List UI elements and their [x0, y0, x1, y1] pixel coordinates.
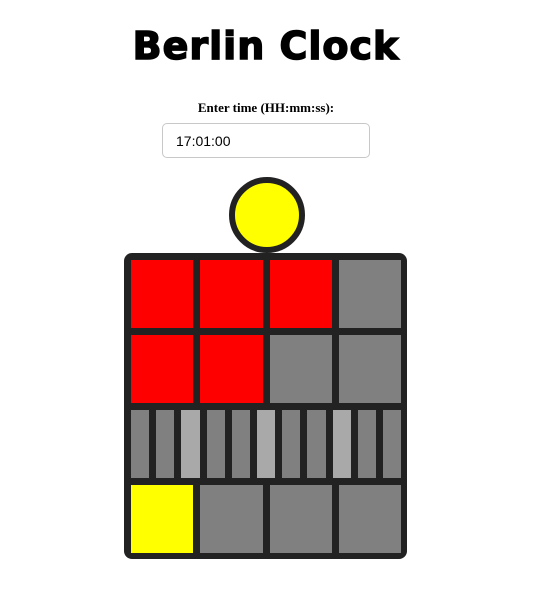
five-minute-lamp-8: [307, 410, 326, 478]
five-hour-lamp-3: [269, 260, 332, 328]
one-minute-lamp-4: [338, 485, 401, 553]
five-minute-lamp-10: [357, 410, 376, 478]
five-minute-lamp-9: [332, 410, 351, 478]
one-minute-lamp-2: [200, 485, 263, 553]
five-minute-lamp-2: [156, 410, 175, 478]
five-minute-lamp-7: [282, 410, 301, 478]
one-minute-lamp-3: [269, 485, 332, 553]
seconds-lamp: [229, 177, 305, 253]
five-hour-lamp-2: [200, 260, 263, 328]
five-hour-lamp-1: [131, 260, 194, 328]
page-title: Berlin Clock: [132, 23, 400, 69]
five-minute-lamp-3: [181, 410, 200, 478]
clock-body: [124, 253, 407, 559]
five-minute-lamp-5: [231, 410, 250, 478]
one-hour-lamp-4: [338, 335, 401, 403]
one-hour-lamp-3: [269, 335, 332, 403]
one-minute-row: [131, 485, 401, 553]
five-minute-row: [131, 410, 402, 478]
one-hour-lamp-2: [200, 335, 263, 403]
one-minute-lamp-1: [131, 485, 194, 553]
five-minute-lamp-1: [131, 410, 150, 478]
time-input-label: Enter time (HH:mm:ss):: [197, 100, 335, 115]
one-hour-row: [131, 335, 401, 403]
one-hour-lamp-1: [131, 335, 194, 403]
five-minute-lamp-11: [382, 410, 402, 478]
five-hour-lamp-4: [338, 260, 401, 328]
five-minute-lamp-4: [206, 410, 225, 478]
five-hour-row: [131, 260, 401, 328]
time-input[interactable]: [162, 123, 370, 158]
five-minute-lamp-6: [256, 410, 276, 478]
